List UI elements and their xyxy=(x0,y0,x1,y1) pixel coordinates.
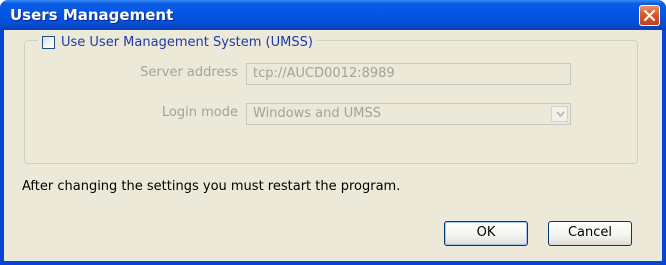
close-button[interactable] xyxy=(639,5,660,26)
cancel-button[interactable]: Cancel xyxy=(548,221,632,246)
umss-checkbox-row[interactable]: Use User Management System (UMSS) xyxy=(38,33,317,51)
login-mode-dropdown-button[interactable] xyxy=(551,106,568,122)
umss-checkbox-label[interactable]: Use User Management System (UMSS) xyxy=(61,35,313,50)
login-mode-value: Windows and UMSS xyxy=(253,106,381,121)
ok-button[interactable]: OK xyxy=(444,221,528,246)
title-bar[interactable]: Users Management xyxy=(0,0,666,30)
server-address-input[interactable]: tcp://AUCD0012:8989 xyxy=(246,63,571,85)
window-title: Users Management xyxy=(10,6,174,24)
server-address-label: Server address xyxy=(140,65,238,80)
restart-note: After changing the settings you must res… xyxy=(22,179,401,194)
umss-checkbox[interactable] xyxy=(42,35,55,49)
login-mode-label: Login mode xyxy=(161,105,238,120)
login-mode-select[interactable]: Windows and UMSS xyxy=(246,103,571,125)
chevron-down-icon xyxy=(556,111,565,118)
umss-settings-group xyxy=(24,40,638,164)
close-icon xyxy=(644,10,655,21)
